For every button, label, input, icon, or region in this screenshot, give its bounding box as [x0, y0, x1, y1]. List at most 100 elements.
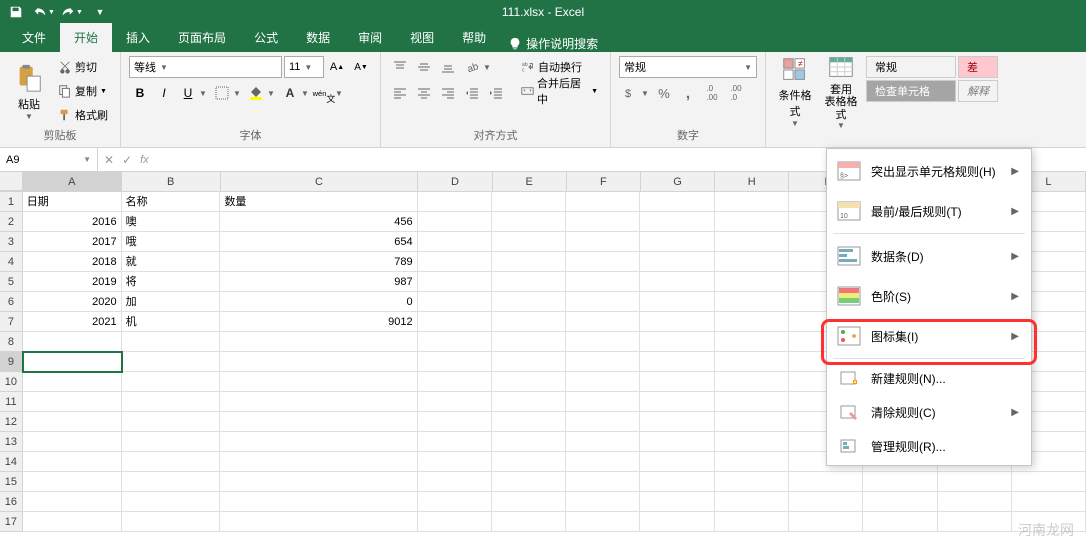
cell[interactable]: 987	[220, 272, 417, 292]
cell[interactable]	[715, 232, 789, 252]
cell[interactable]	[122, 512, 221, 532]
cell[interactable]	[566, 452, 640, 472]
cell[interactable]	[789, 472, 863, 492]
cell[interactable]	[492, 292, 566, 312]
cell[interactable]	[122, 332, 221, 352]
select-all-corner[interactable]	[0, 172, 23, 191]
cell[interactable]	[566, 472, 640, 492]
cell[interactable]	[715, 412, 789, 432]
align-center-icon[interactable]	[413, 82, 435, 104]
cell[interactable]	[492, 512, 566, 532]
cell[interactable]	[220, 372, 417, 392]
cell[interactable]	[566, 252, 640, 272]
cell[interactable]: 名称	[122, 192, 221, 212]
cell[interactable]	[1012, 472, 1086, 492]
cell[interactable]	[220, 392, 417, 412]
cell[interactable]	[220, 452, 417, 472]
cell[interactable]	[418, 352, 492, 372]
cell[interactable]	[492, 332, 566, 352]
cell[interactable]	[715, 492, 789, 512]
cell[interactable]	[640, 412, 714, 432]
tab-insert[interactable]: 插入	[112, 23, 164, 52]
cut-button[interactable]: 剪切	[54, 56, 112, 78]
row-header[interactable]: 14	[0, 452, 23, 472]
undo-icon[interactable]: ▼	[32, 2, 56, 22]
cell[interactable]: 日期	[23, 192, 122, 212]
cell[interactable]	[640, 512, 714, 532]
conditional-format-button[interactable]: ≠ 条件格式 ▼	[774, 56, 816, 126]
cell[interactable]: 0	[220, 292, 417, 312]
cell[interactable]	[220, 352, 417, 372]
accounting-format-icon[interactable]: $	[619, 82, 641, 104]
cell[interactable]	[492, 272, 566, 292]
tab-help[interactable]: 帮助	[448, 23, 500, 52]
increase-font-icon[interactable]: A▲	[326, 56, 348, 78]
cell[interactable]	[418, 392, 492, 412]
cell[interactable]: 将	[122, 272, 221, 292]
cell[interactable]	[566, 192, 640, 212]
cell[interactable]	[640, 472, 714, 492]
cell[interactable]	[492, 252, 566, 272]
row-header[interactable]: 13	[0, 432, 23, 452]
style-check[interactable]: 检查单元格	[866, 80, 956, 102]
cell[interactable]	[492, 312, 566, 332]
cell[interactable]: 2021	[23, 312, 122, 332]
row-header[interactable]: 15	[0, 472, 23, 492]
cell[interactable]	[715, 472, 789, 492]
cell[interactable]	[23, 452, 122, 472]
row-header[interactable]: 8	[0, 332, 23, 352]
cell-styles-gallery[interactable]: 常规 差 检查单元格 解释	[866, 56, 998, 102]
cell[interactable]	[640, 212, 714, 232]
cell[interactable]	[566, 512, 640, 532]
cell[interactable]: 2020	[23, 292, 122, 312]
menu-highlight-rules[interactable]: §> 突出显示单元格规则(H) ▶	[829, 151, 1029, 191]
cell[interactable]: 789	[220, 252, 417, 272]
cell[interactable]	[566, 412, 640, 432]
col-header-E[interactable]: E	[493, 172, 567, 191]
cell[interactable]: 2018	[23, 252, 122, 272]
cell[interactable]	[640, 192, 714, 212]
col-header-A[interactable]: A	[23, 172, 122, 191]
cell[interactable]	[23, 372, 122, 392]
menu-icon-sets[interactable]: 图标集(I) ▶	[829, 316, 1029, 356]
menu-clear-rules[interactable]: 清除规则(C) ▶	[829, 395, 1029, 429]
align-left-icon[interactable]	[389, 82, 411, 104]
cell[interactable]	[640, 392, 714, 412]
cell[interactable]	[122, 392, 221, 412]
cell[interactable]	[23, 412, 122, 432]
comma-format-icon[interactable]: ,	[677, 82, 699, 104]
cell[interactable]	[566, 372, 640, 392]
font-size-combo[interactable]: 11▼	[284, 56, 324, 78]
col-header-F[interactable]: F	[567, 172, 641, 191]
bold-button[interactable]: B	[129, 82, 151, 104]
cell[interactable]: 654	[220, 232, 417, 252]
tab-review[interactable]: 审阅	[344, 23, 396, 52]
increase-indent-icon[interactable]	[485, 82, 507, 104]
cell[interactable]	[715, 252, 789, 272]
format-painter-button[interactable]: 格式刷	[54, 104, 112, 126]
cell[interactable]	[23, 492, 122, 512]
cell[interactable]: 就	[122, 252, 221, 272]
align-middle-icon[interactable]	[413, 56, 435, 78]
cell[interactable]	[418, 472, 492, 492]
row-header[interactable]: 5	[0, 272, 23, 292]
cell[interactable]	[640, 232, 714, 252]
merge-center-button[interactable]: 合并后居中 ▼	[517, 80, 602, 102]
cell[interactable]	[566, 392, 640, 412]
row-header[interactable]: 16	[0, 492, 23, 512]
menu-new-rule[interactable]: 新建规则(N)...	[829, 361, 1029, 395]
col-header-D[interactable]: D	[418, 172, 492, 191]
row-header[interactable]: 3	[0, 232, 23, 252]
cell[interactable]	[566, 232, 640, 252]
row-header[interactable]: 6	[0, 292, 23, 312]
cell[interactable]	[566, 332, 640, 352]
cell[interactable]	[23, 432, 122, 452]
style-bad[interactable]: 差	[958, 56, 998, 78]
cell[interactable]	[418, 212, 492, 232]
cell[interactable]	[566, 292, 640, 312]
decrease-decimal-icon[interactable]: .00.0	[725, 82, 747, 104]
cell[interactable]	[715, 312, 789, 332]
cell[interactable]	[715, 512, 789, 532]
cell[interactable]	[863, 512, 937, 532]
cell[interactable]	[418, 412, 492, 432]
